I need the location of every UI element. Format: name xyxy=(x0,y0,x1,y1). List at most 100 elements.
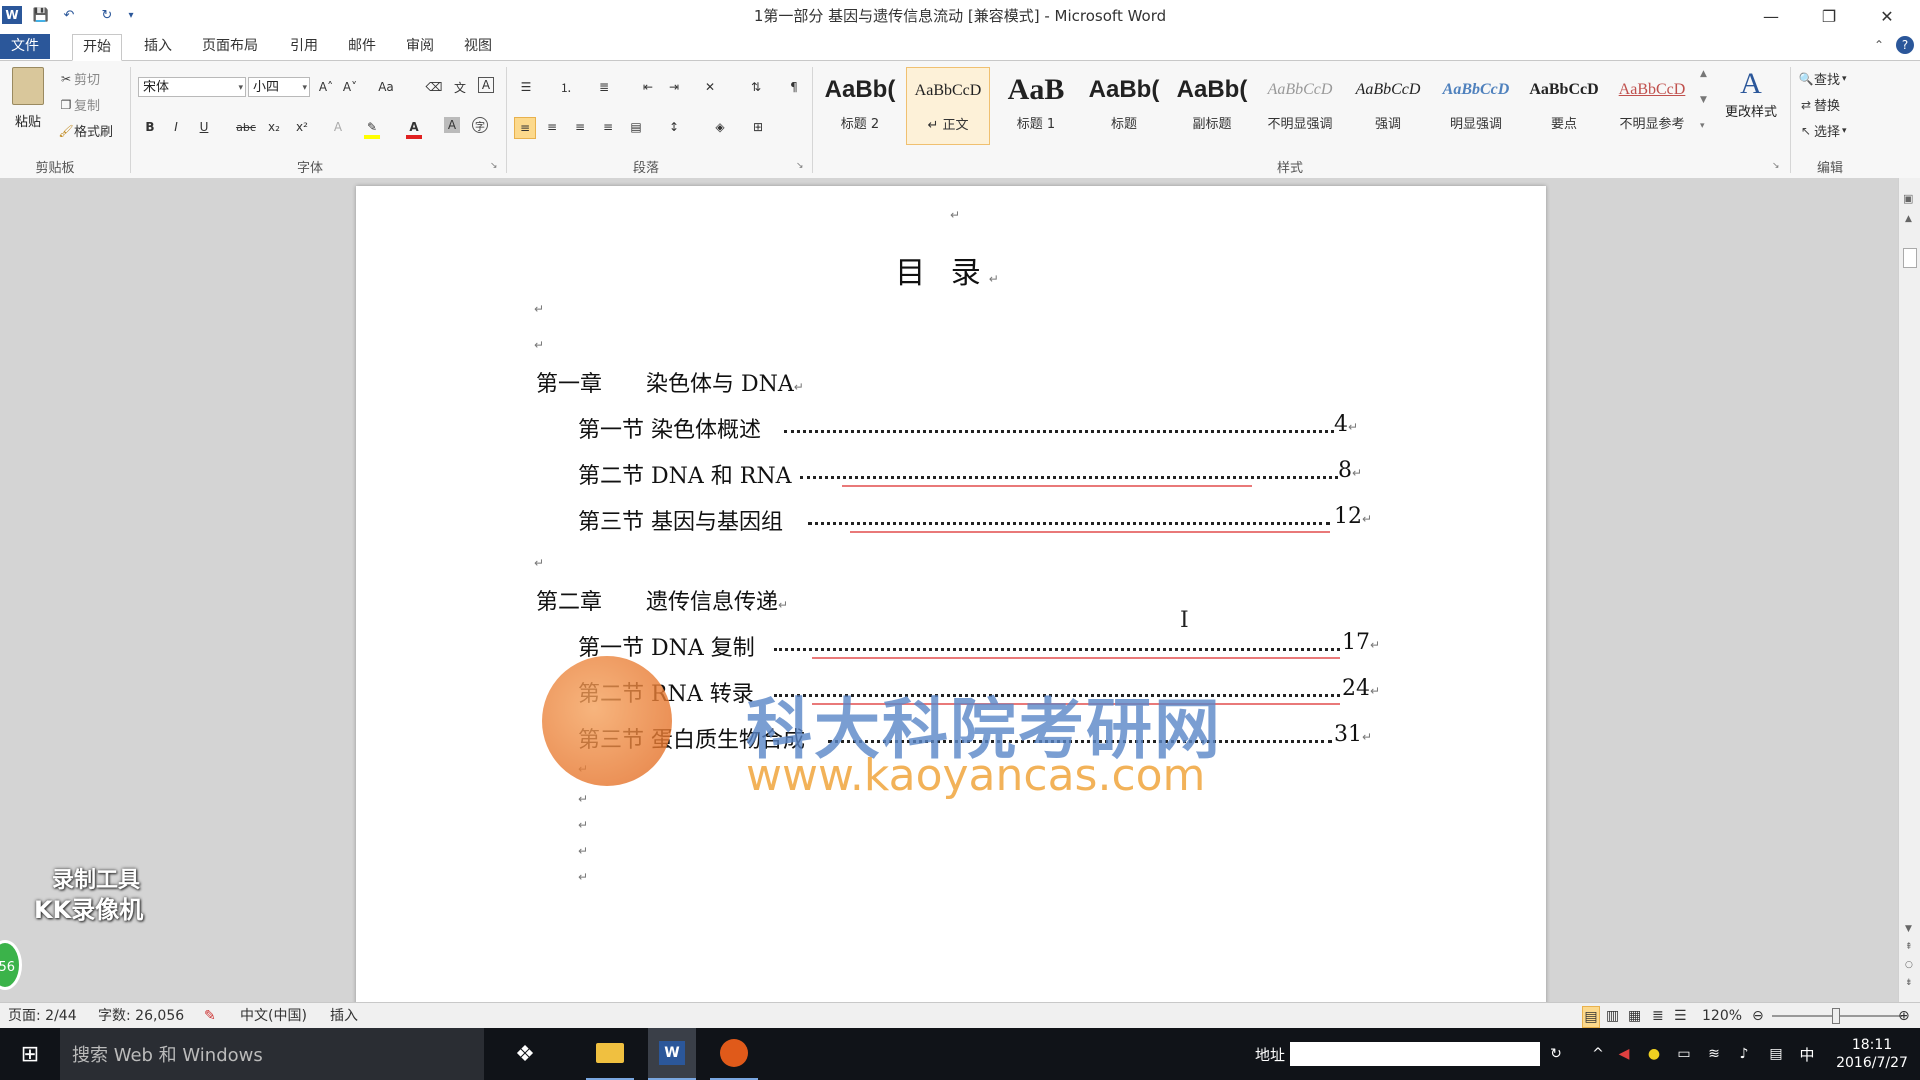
word-taskbar-icon[interactable]: W xyxy=(648,1028,696,1080)
tab-home[interactable]: 开始 xyxy=(72,34,122,61)
toc-chapter-1[interactable]: 第一章 染色体与 DNA↵ xyxy=(536,366,804,398)
toc-entry-1-2[interactable]: 第二节 DNA 和 RNA xyxy=(578,458,791,490)
tab-insert[interactable]: 插入 xyxy=(134,34,182,59)
task-view-icon[interactable]: ❖ xyxy=(500,1028,550,1080)
tab-file[interactable]: 文件 xyxy=(0,34,50,59)
change-styles-button[interactable]: A 更改样式 xyxy=(1718,67,1784,120)
zoom-level[interactable]: 120% xyxy=(1702,1006,1742,1026)
paragraph-dialog-launcher-icon[interactable]: ↘ xyxy=(796,161,804,171)
font-name-combo[interactable]: 宋体 ▾ xyxy=(138,77,246,97)
align-right-button[interactable]: ≡ xyxy=(570,117,590,137)
tab-page-layout[interactable]: 页面布局 xyxy=(192,34,268,59)
volume-mute-icon[interactable]: ◀ xyxy=(1612,1028,1636,1080)
sort-icon[interactable]: ⇅ xyxy=(746,77,766,97)
change-case-icon[interactable]: Aa xyxy=(376,77,396,97)
underline-button[interactable]: U xyxy=(194,117,214,137)
numbering-icon[interactable]: ⒈ xyxy=(556,77,576,97)
scroll-down-icon[interactable]: ▼ xyxy=(1905,924,1912,934)
shrink-font-icon[interactable]: A˅ xyxy=(340,77,360,97)
style-heading-1[interactable]: AaB 标题 1 xyxy=(994,67,1078,145)
language-indicator[interactable]: 中文(中国) xyxy=(240,1006,307,1026)
show-hidden-icons[interactable]: ^ xyxy=(1586,1028,1610,1080)
tab-mailings[interactable]: 邮件 xyxy=(338,34,386,59)
next-page-icon[interactable]: ⇟ xyxy=(1905,978,1913,988)
address-input[interactable] xyxy=(1290,1028,1540,1080)
tab-view[interactable]: 视图 xyxy=(454,34,502,59)
search-box[interactable]: 搜索 Web 和 Windows xyxy=(60,1028,484,1080)
align-left-button[interactable]: ≡ xyxy=(514,117,536,139)
full-screen-reading-icon[interactable]: ▥ xyxy=(1606,1006,1619,1026)
styles-dialog-launcher-icon[interactable]: ↘ xyxy=(1772,161,1780,171)
clock[interactable]: 18:11 2016/7/27 xyxy=(1824,1028,1920,1080)
style-title[interactable]: AaBb(标题 xyxy=(1082,67,1166,145)
style-subtle-emphasis[interactable]: AaBbCcD 不明显强调 xyxy=(1258,67,1342,145)
styles-scroll-up-icon[interactable]: ▲ xyxy=(1700,69,1707,79)
clear-format-icon[interactable]: ⌫ xyxy=(424,77,444,97)
speaker-icon[interactable]: ♪ xyxy=(1732,1028,1756,1080)
highlight-color-icon[interactable]: ✎ xyxy=(362,117,382,137)
multilevel-list-icon[interactable]: ≣ xyxy=(594,77,614,97)
style-subtle-reference[interactable]: AaBbCcD 不明显参考 xyxy=(1610,67,1694,145)
font-size-combo[interactable]: 小四 ▾ xyxy=(248,77,310,97)
wifi-icon[interactable]: ≋ xyxy=(1702,1028,1726,1080)
recorder-badge[interactable]: 56 xyxy=(0,940,22,990)
web-layout-icon[interactable]: ▦ xyxy=(1628,1006,1641,1026)
style-subtitle[interactable]: AaBb(副标题 xyxy=(1170,67,1254,145)
file-explorer-icon[interactable] xyxy=(586,1028,634,1080)
superscript-button[interactable]: x² xyxy=(292,117,312,137)
bullets-icon[interactable]: ☰ xyxy=(516,77,536,97)
character-border-icon[interactable]: A xyxy=(478,77,494,93)
show-marks-icon[interactable]: ¶ xyxy=(784,77,804,97)
text-effects-icon[interactable]: A xyxy=(328,117,348,137)
help-icon[interactable]: ? xyxy=(1896,36,1914,54)
cut-button[interactable]: ✂ 剪切 xyxy=(58,69,100,89)
tray-app-icon[interactable]: ● xyxy=(1642,1028,1666,1080)
minimize-button[interactable]: — xyxy=(1748,0,1794,32)
toc-entry-1-1[interactable]: 第一节 染色体概述 xyxy=(578,412,761,444)
bold-button[interactable]: B xyxy=(140,117,160,137)
find-button[interactable]: 🔍 查找 ▾ xyxy=(1798,69,1847,89)
document-page[interactable]: ↵ 目 录↵ ↵ ↵ 第一章 染色体与 DNA↵ 第一节 染色体概述 4↵ 第二… xyxy=(356,186,1546,1002)
phonetic-guide-icon[interactable]: 文 xyxy=(450,77,470,97)
decrease-indent-icon[interactable]: ⇤ xyxy=(638,77,658,97)
zoom-in-icon[interactable]: ⊕ xyxy=(1898,1006,1910,1026)
style-heading-2[interactable]: AaBb(标题 2 xyxy=(818,67,902,145)
chinese-layout-icon[interactable]: ✕ xyxy=(700,77,720,97)
justify-button[interactable]: ≡ xyxy=(598,117,618,137)
style-intense-emphasis[interactable]: AaBbCcD 明显强调 xyxy=(1434,67,1518,145)
insert-mode-indicator[interactable]: 插入 xyxy=(330,1006,358,1026)
outline-view-icon[interactable]: ≣ xyxy=(1652,1006,1664,1026)
word-count[interactable]: 字数: 26,056 xyxy=(98,1006,184,1026)
close-button[interactable]: ✕ xyxy=(1864,0,1910,32)
draft-view-icon[interactable]: ☰ xyxy=(1674,1006,1687,1026)
ruler-toggle-icon[interactable]: ▣ xyxy=(1903,192,1913,205)
restore-button[interactable]: ❐ xyxy=(1806,0,1852,32)
page-indicator[interactable]: 页面: 2/44 xyxy=(8,1006,77,1026)
style-normal[interactable]: AaBbCcD ↵ 正文 xyxy=(906,67,990,145)
ime-indicator[interactable]: 中 xyxy=(1794,1028,1820,1080)
shading-icon[interactable]: ◈ xyxy=(710,117,730,137)
styles-scroll-down-icon[interactable]: ▼ xyxy=(1700,95,1707,105)
replace-button[interactable]: ⇄ 替换 xyxy=(1798,95,1840,115)
subscript-button[interactable]: x₂ xyxy=(264,117,284,137)
battery-icon[interactable]: ▭ xyxy=(1672,1028,1696,1080)
tab-review[interactable]: 审阅 xyxy=(396,34,444,59)
refresh-icon[interactable]: ↻ xyxy=(1544,1028,1568,1080)
toc-chapter-2[interactable]: 第二章 遗传信息传递↵ xyxy=(536,584,788,616)
vertical-scrollbar[interactable]: ▣ ▲ ▼ ⇞ ○ ⇟ xyxy=(1898,178,1920,1002)
previous-page-icon[interactable]: ⇞ xyxy=(1905,942,1913,952)
scroll-thumb[interactable] xyxy=(1903,248,1917,268)
grow-font-icon[interactable]: A˄ xyxy=(316,77,336,97)
character-shading-icon[interactable]: A xyxy=(444,117,460,133)
zoom-slider-thumb[interactable] xyxy=(1832,1008,1840,1024)
proofing-icon[interactable]: ✎ xyxy=(204,1006,216,1026)
strikethrough-button[interactable]: abc xyxy=(236,117,256,137)
recorder-taskbar-icon[interactable] xyxy=(710,1028,758,1080)
distributed-button[interactable]: ▤ xyxy=(626,117,646,137)
font-color-icon[interactable]: A xyxy=(404,117,424,137)
copy-button[interactable]: ❐ 复制 xyxy=(58,95,100,115)
enclose-characters-icon[interactable]: 字 xyxy=(472,117,488,133)
zoom-out-icon[interactable]: ⊖ xyxy=(1752,1006,1764,1026)
styles-more-icon[interactable]: ▾ xyxy=(1700,121,1705,131)
increase-indent-icon[interactable]: ⇥ xyxy=(664,77,684,97)
